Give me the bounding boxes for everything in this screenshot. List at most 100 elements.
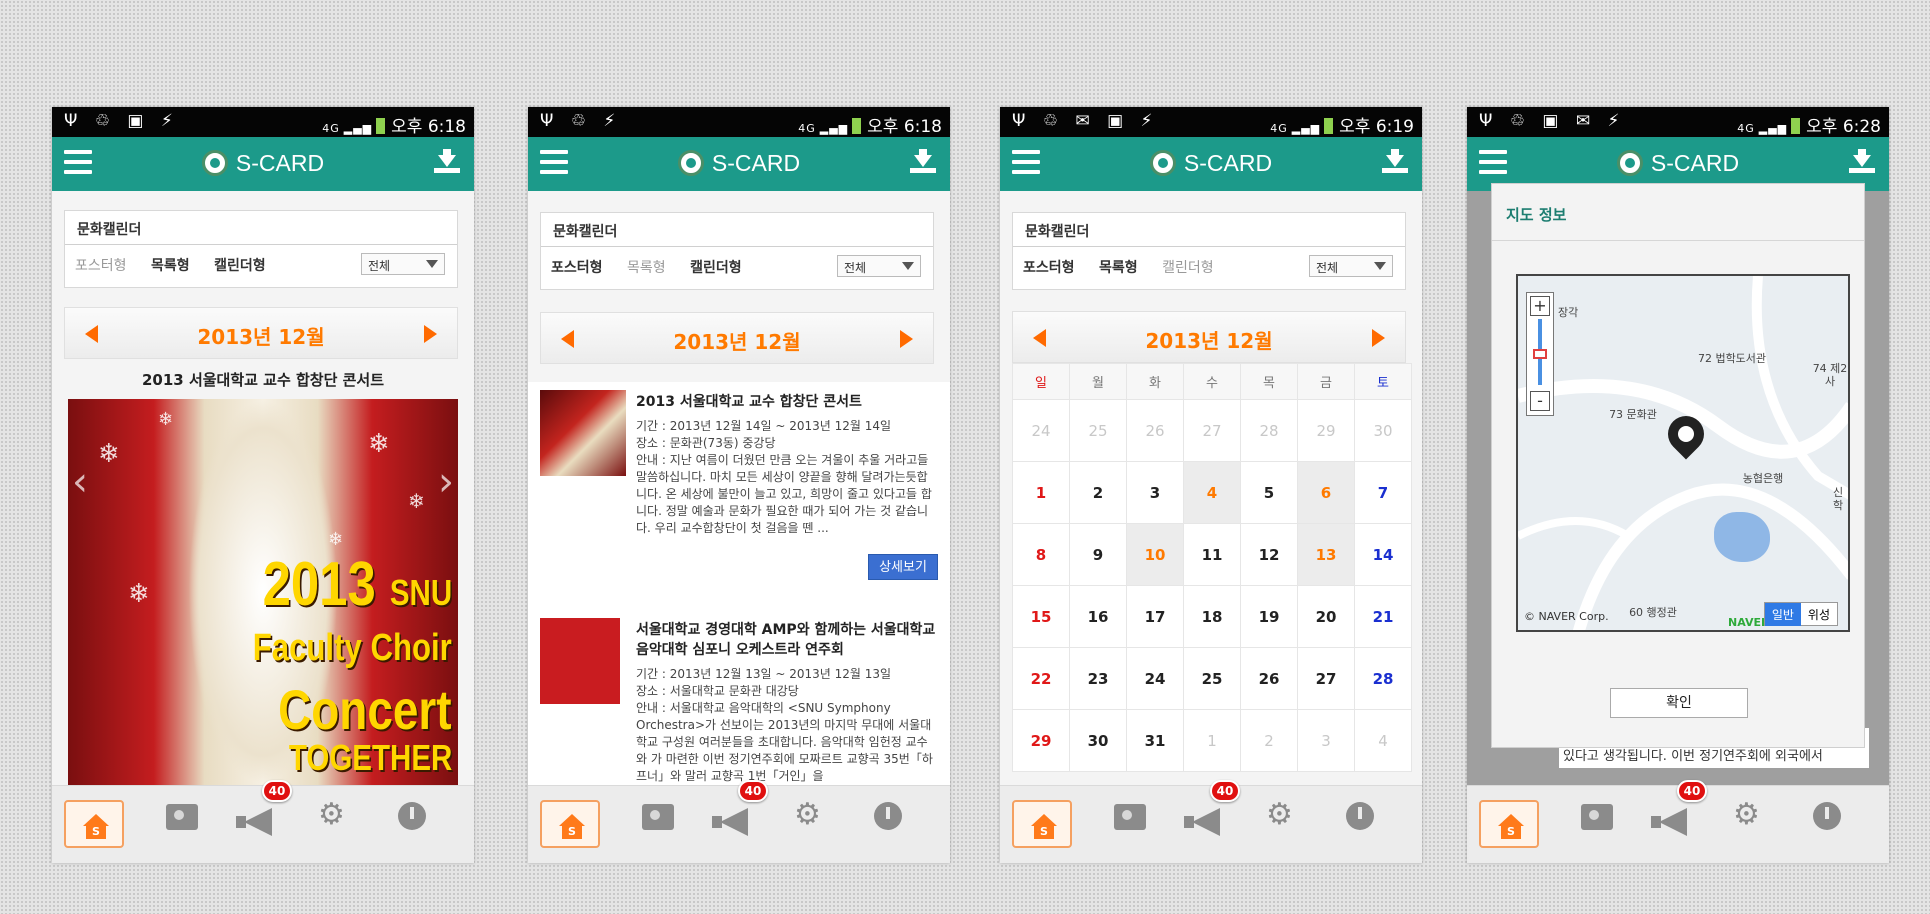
id-card-icon[interactable] [1114,804,1146,830]
calendar-day: 30 [1354,399,1412,462]
zoom-control[interactable]: + - [1526,292,1554,416]
calendar-day[interactable]: 30 [1069,709,1127,772]
zoom-out-button[interactable]: - [1530,391,1550,411]
tab-poster[interactable]: 포스터형 [75,258,127,274]
gear-icon[interactable]: ⚙ [318,800,345,830]
calendar-day[interactable]: 11 [1183,523,1241,586]
id-card-icon[interactable] [1581,804,1613,830]
battery-icon [852,118,862,134]
next-month-button[interactable] [1372,329,1385,347]
confirm-button[interactable]: 확인 [1610,688,1748,718]
download-icon[interactable] [434,149,460,177]
calendar-day[interactable]: 21 [1354,585,1412,648]
home-button[interactable]: S [1479,800,1539,848]
home-icon: S [83,814,109,840]
home-button[interactable]: S [1012,800,1072,848]
power-icon[interactable] [1813,802,1841,830]
tab-calendar[interactable]: 캘린더형 [214,258,266,274]
phone-screen-map: Ψ ♲ ▣ ✉ ⚡ 4G▂▄▆오후 6:28 S-CARD 에 대한 문화복지적… [1467,107,1889,863]
category-select[interactable]: 전체 [1309,255,1393,277]
calendar-day[interactable]: 16 [1069,585,1127,648]
gear-icon[interactable]: ⚙ [1733,800,1760,830]
home-button[interactable]: S [540,800,600,848]
calendar-day[interactable]: 5 [1240,461,1298,524]
megaphone-icon[interactable] [712,808,750,838]
calendar-day[interactable]: 19 [1240,585,1298,648]
list-item[interactable]: 2013 서울대학교 교수 합창단 콘서트 기간 : 2013년 12월 14일… [540,382,938,582]
power-icon[interactable] [874,802,902,830]
calendar-day: 4 [1354,709,1412,772]
home-button[interactable]: S [64,800,124,848]
category-select[interactable]: 전체 [361,253,445,275]
calendar-day[interactable]: 13 [1297,523,1355,586]
zoom-in-button[interactable]: + [1530,296,1550,316]
tab-calendar[interactable]: 캘린더형 [690,260,742,276]
list-item[interactable]: 서울대학교 경영대학 AMP와 함께하는 서울대학교 음악대학 심포니 오케스트… [540,610,938,786]
calendar-day[interactable]: 4 [1183,461,1241,524]
megaphone-icon[interactable] [236,808,274,838]
calendar-day[interactable]: 22 [1012,647,1070,710]
status-icons: Ψ ♲ ▣ ⚡ [64,111,179,131]
event-poster[interactable]: ❄ ❄ ❄ ❄ ❄ ❄ ‹ › 2013 SNU Faculty Choir C… [68,399,458,785]
calendar-day[interactable]: 28 [1354,647,1412,710]
category-select[interactable]: 전체 [837,255,921,277]
map-type-normal[interactable]: 일반 [1764,603,1801,626]
power-icon[interactable] [1346,802,1374,830]
calendar-day[interactable]: 14 [1354,523,1412,586]
power-icon[interactable] [398,802,426,830]
status-time: 오후 6:18 [867,117,942,137]
month-label: 2013년 12월 [673,330,801,354]
calendar-day[interactable]: 15 [1012,585,1070,648]
gear-icon[interactable]: ⚙ [1266,800,1293,830]
calendar-day[interactable]: 20 [1297,585,1355,648]
detail-button[interactable]: 상세보기 [868,554,938,580]
tab-list[interactable]: 목록형 [627,260,666,276]
notification-badge: 40 [1210,780,1240,802]
map-type-satellite[interactable]: 위성 [1801,603,1837,626]
weekday-header: 월 [1069,363,1127,400]
id-card-icon[interactable] [642,804,674,830]
month-navigator: 2013년 12월 [64,307,458,359]
calendar-day[interactable]: 27 [1297,647,1355,710]
megaphone-icon[interactable] [1651,808,1689,838]
tab-calendar[interactable]: 캘린더형 [1162,260,1214,276]
map-view[interactable]: + - 장각 72 법학도서관 74 제2사 73 문화관 농협은행 신 학 6… [1516,274,1850,632]
download-icon[interactable] [910,149,936,177]
next-month-button[interactable] [424,325,437,343]
event-title: 2013 서울대학교 교수 합창단 콘서트 [141,371,385,389]
tab-poster[interactable]: 포스터형 [1023,260,1075,276]
tab-list[interactable]: 목록형 [1099,260,1138,276]
gear-icon[interactable]: ⚙ [794,800,821,830]
weekday-header: 금 [1297,363,1355,400]
calendar-day[interactable]: 24 [1126,647,1184,710]
calendar-day[interactable]: 17 [1126,585,1184,648]
poster-next-icon[interactable]: › [438,459,454,505]
calendar-day[interactable]: 9 [1069,523,1127,586]
tab-list[interactable]: 목록형 [151,258,190,274]
snowflake-icon: ❄ [128,579,150,609]
calendar-day[interactable]: 29 [1012,709,1070,772]
download-icon[interactable] [1849,149,1875,177]
month-navigator: 2013년 12월 [1012,311,1406,363]
calendar-day[interactable]: 10 [1126,523,1184,586]
download-icon[interactable] [1382,149,1408,177]
calendar-day[interactable]: 6 [1297,461,1355,524]
megaphone-icon[interactable] [1184,808,1222,838]
calendar-day[interactable]: 23 [1069,647,1127,710]
calendar-day[interactable]: 18 [1183,585,1241,648]
calendar-day[interactable]: 1 [1012,461,1070,524]
poster-prev-icon[interactable]: ‹ [72,459,88,505]
calendar-day[interactable]: 3 [1126,461,1184,524]
calendar-day[interactable]: 26 [1240,647,1298,710]
notification-badge: 40 [262,780,292,802]
calendar-day[interactable]: 8 [1012,523,1070,586]
calendar-day[interactable]: 2 [1069,461,1127,524]
id-card-icon[interactable] [166,804,198,830]
calendar-day[interactable]: 31 [1126,709,1184,772]
tab-poster[interactable]: 포스터형 [551,260,603,276]
calendar-day[interactable]: 12 [1240,523,1298,586]
zoom-slider-handle[interactable] [1533,349,1547,359]
next-month-button[interactable] [900,330,913,348]
calendar-day[interactable]: 7 [1354,461,1412,524]
calendar-day[interactable]: 25 [1183,647,1241,710]
